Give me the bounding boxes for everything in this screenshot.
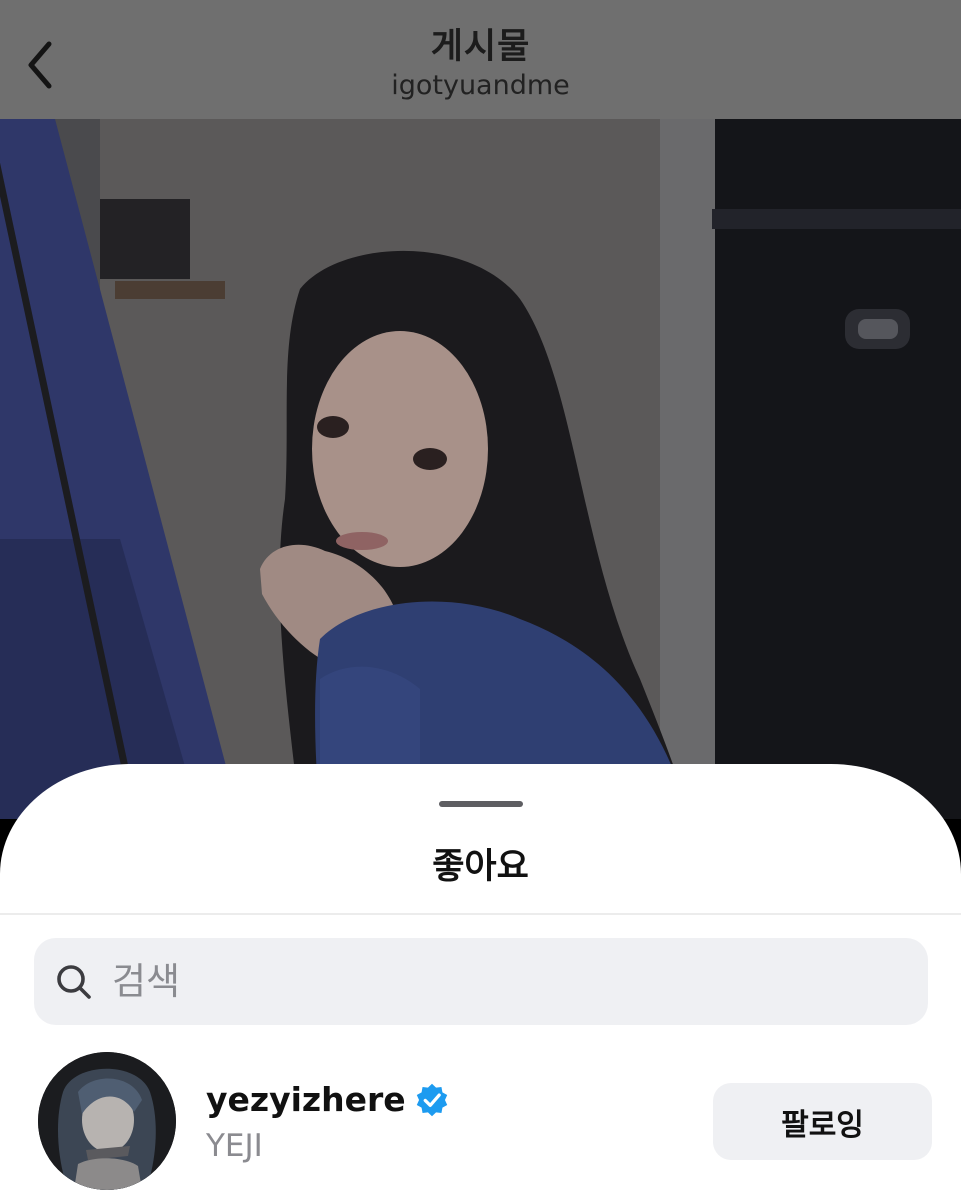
top-nav-bar: 게시물 igotyuandme <box>0 0 961 119</box>
divider <box>0 913 961 915</box>
list-item[interactable]: yezyizhere YEJI 팔로잉 <box>0 1046 961 1196</box>
full-name: YEJI <box>206 1128 263 1164</box>
search-input[interactable] <box>112 938 892 1025</box>
username-line[interactable]: yezyizhere <box>206 1080 450 1119</box>
username[interactable]: yezyizhere <box>206 1080 406 1119</box>
post-photo <box>0 119 961 819</box>
likes-sheet: 좋아요 yezyizhere <box>0 764 961 1200</box>
post-author-username[interactable]: igotyuandme <box>0 70 961 101</box>
search-icon <box>57 965 91 999</box>
search-bar[interactable] <box>34 938 928 1025</box>
page-title: 게시물 <box>430 27 531 67</box>
avatar[interactable] <box>38 1052 176 1190</box>
sheet-grabber[interactable] <box>439 801 523 807</box>
sheet-title: 좋아요 <box>432 847 529 887</box>
screen: 게시물 igotyuandme 좋아요 검색 yezyizhere YEJI 팔… <box>0 0 961 1200</box>
following-button[interactable]: 팔로잉 <box>713 1083 932 1160</box>
verified-badge-icon <box>416 1083 447 1116</box>
